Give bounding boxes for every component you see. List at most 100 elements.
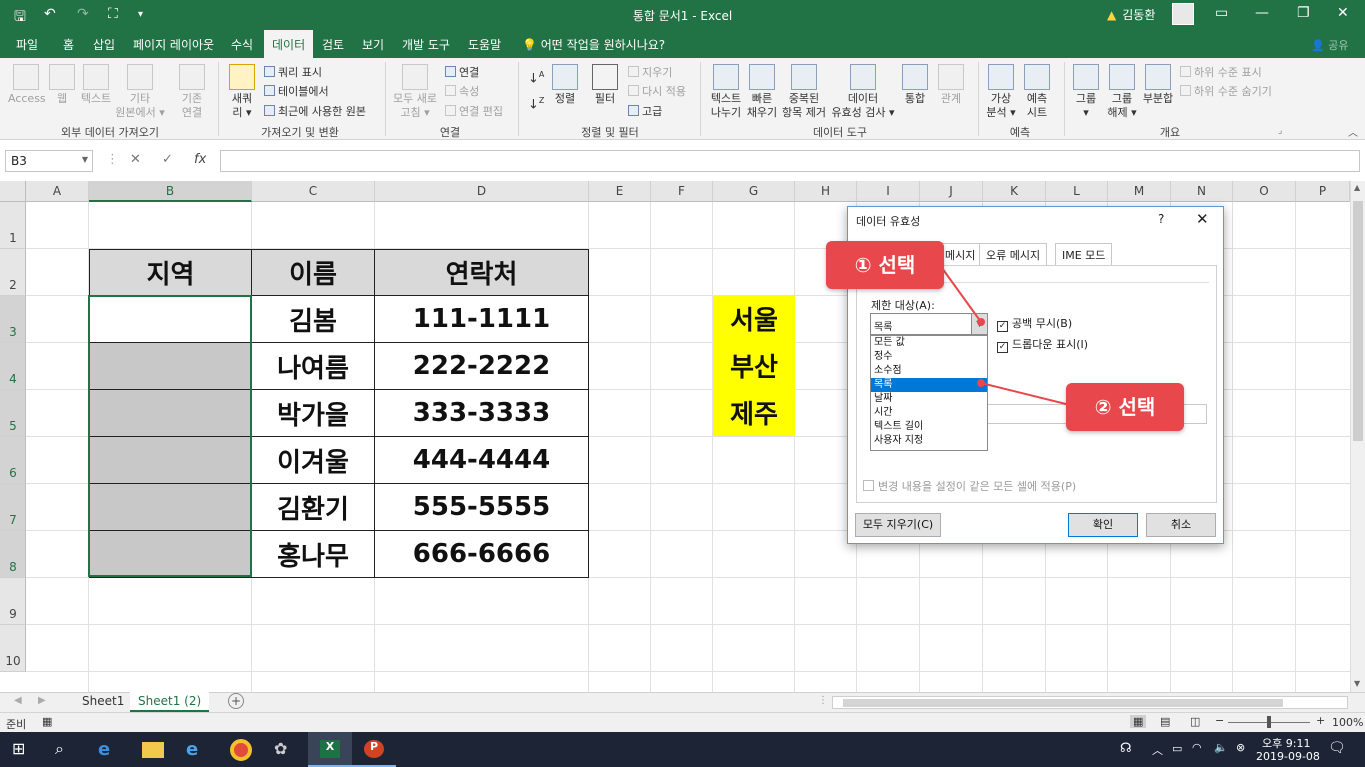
row-header-8[interactable]: 8 [0, 531, 26, 578]
column-header-e[interactable]: E [589, 181, 651, 202]
ribbon-display-icon[interactable]: ▭ [1215, 5, 1228, 21]
tab-input-message[interactable]: 메시지 [943, 243, 983, 265]
from-access-button[interactable]: Access [8, 64, 46, 106]
region-cell[interactable]: 서울 [713, 295, 795, 342]
zoom-level[interactable]: 100% [1332, 716, 1363, 729]
column-header-j[interactable]: J [920, 181, 983, 202]
close-icon[interactable]: ✕ [1337, 5, 1349, 21]
table-cell[interactable] [89, 484, 252, 531]
refresh-all-button[interactable]: 모두 새로 고침 ▾ [390, 64, 440, 120]
tab-view[interactable]: 보기 [362, 36, 384, 53]
table-cell[interactable]: 444-4444 [375, 437, 589, 484]
tab-file[interactable]: 파일 [16, 36, 38, 53]
zoom-out-icon[interactable]: − [1215, 714, 1224, 727]
table-cell[interactable] [89, 343, 252, 390]
scroll-thumb[interactable] [843, 699, 1283, 707]
show-queries-button[interactable]: 쿼리 표시 [264, 64, 322, 80]
volume-icon[interactable]: 🔈 [1214, 741, 1228, 754]
column-header-o[interactable]: O [1233, 181, 1296, 202]
scroll-thumb[interactable] [1353, 201, 1363, 441]
search-icon[interactable]: ⌕ [55, 739, 77, 761]
tab-page-layout[interactable]: 페이지 레이아웃 [133, 36, 214, 53]
consolidate-button[interactable]: 통합 [900, 64, 930, 106]
table-cell[interactable] [89, 437, 252, 484]
in-cell-dropdown-checkbox[interactable]: ✓ 드롭다운 표시(I) [997, 336, 1088, 353]
table-cell[interactable] [89, 296, 252, 343]
column-header-g[interactable]: G [713, 181, 795, 202]
user-area[interactable]: ▲ 김동환 [1107, 6, 1155, 23]
table-cell[interactable]: 홍나무 [252, 531, 375, 578]
from-web-button[interactable]: 웹 [48, 64, 76, 106]
clear-all-button[interactable]: 모두 지우기(C) [855, 513, 941, 537]
table-cell[interactable]: 김환기 [252, 484, 375, 531]
tab-error-alert[interactable]: 오류 메시지 [979, 243, 1048, 265]
from-text-button[interactable]: 텍스트 [78, 64, 114, 106]
subtotal-button[interactable]: 부분합 [1140, 64, 1176, 106]
row-header-6[interactable]: 6 [0, 437, 26, 484]
clear-filter-button[interactable]: 지우기 [628, 64, 672, 80]
table-cell[interactable]: 666-6666 [375, 531, 589, 578]
column-header-f[interactable]: F [651, 181, 713, 202]
filter-button[interactable]: 필터 [590, 64, 620, 106]
row-header-1[interactable]: 1 [0, 202, 26, 249]
excel-taskbar-item[interactable]: X [308, 732, 352, 767]
add-sheet-icon[interactable]: + [228, 693, 244, 709]
column-header-b[interactable]: B [89, 181, 252, 202]
list-item[interactable]: 모든 값 [871, 336, 987, 350]
chevron-up-icon[interactable]: ︿ [1152, 742, 1163, 758]
table-header[interactable]: 이름 [252, 249, 375, 296]
ok-button[interactable]: 확인 [1068, 513, 1138, 537]
column-header-c[interactable]: C [252, 181, 375, 202]
column-header-i[interactable]: I [857, 181, 920, 202]
row-header-2[interactable]: 2 [0, 249, 26, 296]
close-icon[interactable]: ✕ [1196, 210, 1209, 228]
page-layout-view-icon[interactable]: ▤ [1160, 715, 1170, 728]
cancel-icon[interactable]: ✕ [130, 152, 141, 167]
insert-function-icon[interactable]: fx [194, 152, 206, 167]
sheet-tab-active[interactable]: Sheet1 (2) [130, 692, 210, 712]
tell-me-search[interactable]: 💡 어떤 작업을 원하시나요? [522, 36, 665, 53]
sort-descending-icon[interactable]: ↓Z [528, 96, 544, 112]
file-explorer-icon[interactable] [142, 742, 164, 758]
sort-button[interactable]: 정렬 [550, 64, 580, 106]
table-cell[interactable]: 나여름 [252, 343, 375, 390]
dialog-launcher-icon[interactable]: ⌟ [1278, 126, 1282, 136]
table-cell[interactable]: 555-5555 [375, 484, 589, 531]
tab-data[interactable]: 데이터 [264, 30, 314, 58]
list-item-selected[interactable]: 목록 [871, 378, 987, 392]
from-other-sources-button[interactable]: 기타 원본에서 ▾ [114, 64, 166, 120]
cancel-button[interactable]: 취소 [1146, 513, 1216, 537]
page-break-view-icon[interactable]: ◫ [1190, 715, 1200, 728]
column-header-p[interactable]: P [1296, 181, 1350, 202]
list-item[interactable]: 날짜 [871, 392, 987, 406]
reapply-button[interactable]: 다시 적용 [628, 83, 686, 99]
list-item[interactable]: 시간 [871, 406, 987, 420]
forecast-sheet-button[interactable]: 예측 시트 [1020, 64, 1054, 120]
collapse-ribbon-icon[interactable]: ︿ [1348, 124, 1358, 139]
tab-insert[interactable]: 삽입 [93, 36, 115, 53]
vertical-scrollbar[interactable]: ▲ ▼ [1350, 181, 1365, 692]
column-header-d[interactable]: D [375, 181, 589, 202]
what-if-button[interactable]: 가상 분석 ▾ [984, 64, 1018, 120]
list-item[interactable]: 텍스트 길이 [871, 420, 987, 434]
from-table-button[interactable]: 테이블에서 [264, 83, 329, 99]
tab-review[interactable]: 검토 [322, 36, 344, 53]
list-item[interactable]: 소수점 [871, 364, 987, 378]
table-header[interactable]: 연락처 [375, 249, 589, 296]
enter-icon[interactable]: ✓ [162, 152, 173, 167]
ungroup-button[interactable]: 그룹 해제 ▾ [1104, 64, 1140, 120]
hide-detail-button[interactable]: 하위 수준 숨기기 [1180, 83, 1272, 99]
tab-home[interactable]: 홈 [63, 36, 74, 53]
table-cell[interactable]: 이겨울 [252, 437, 375, 484]
edge-icon[interactable]: e [98, 739, 120, 761]
scroll-up-icon[interactable]: ▲ [1354, 183, 1360, 192]
region-cell[interactable]: 부산 [713, 342, 795, 389]
sort-ascending-icon[interactable]: ↓A [528, 70, 544, 86]
restore-icon[interactable]: ❐ [1297, 5, 1310, 21]
internet-explorer-icon[interactable]: e [186, 739, 208, 761]
ignore-blank-checkbox[interactable]: ✓ 공백 무시(B) [997, 315, 1072, 332]
edit-links-button[interactable]: 연결 편집 [445, 103, 503, 119]
table-cell[interactable]: 111-1111 [375, 296, 589, 343]
remove-duplicates-button[interactable]: 중복된 항목 제거 [780, 64, 828, 120]
horizontal-scrollbar[interactable] [832, 696, 1348, 709]
